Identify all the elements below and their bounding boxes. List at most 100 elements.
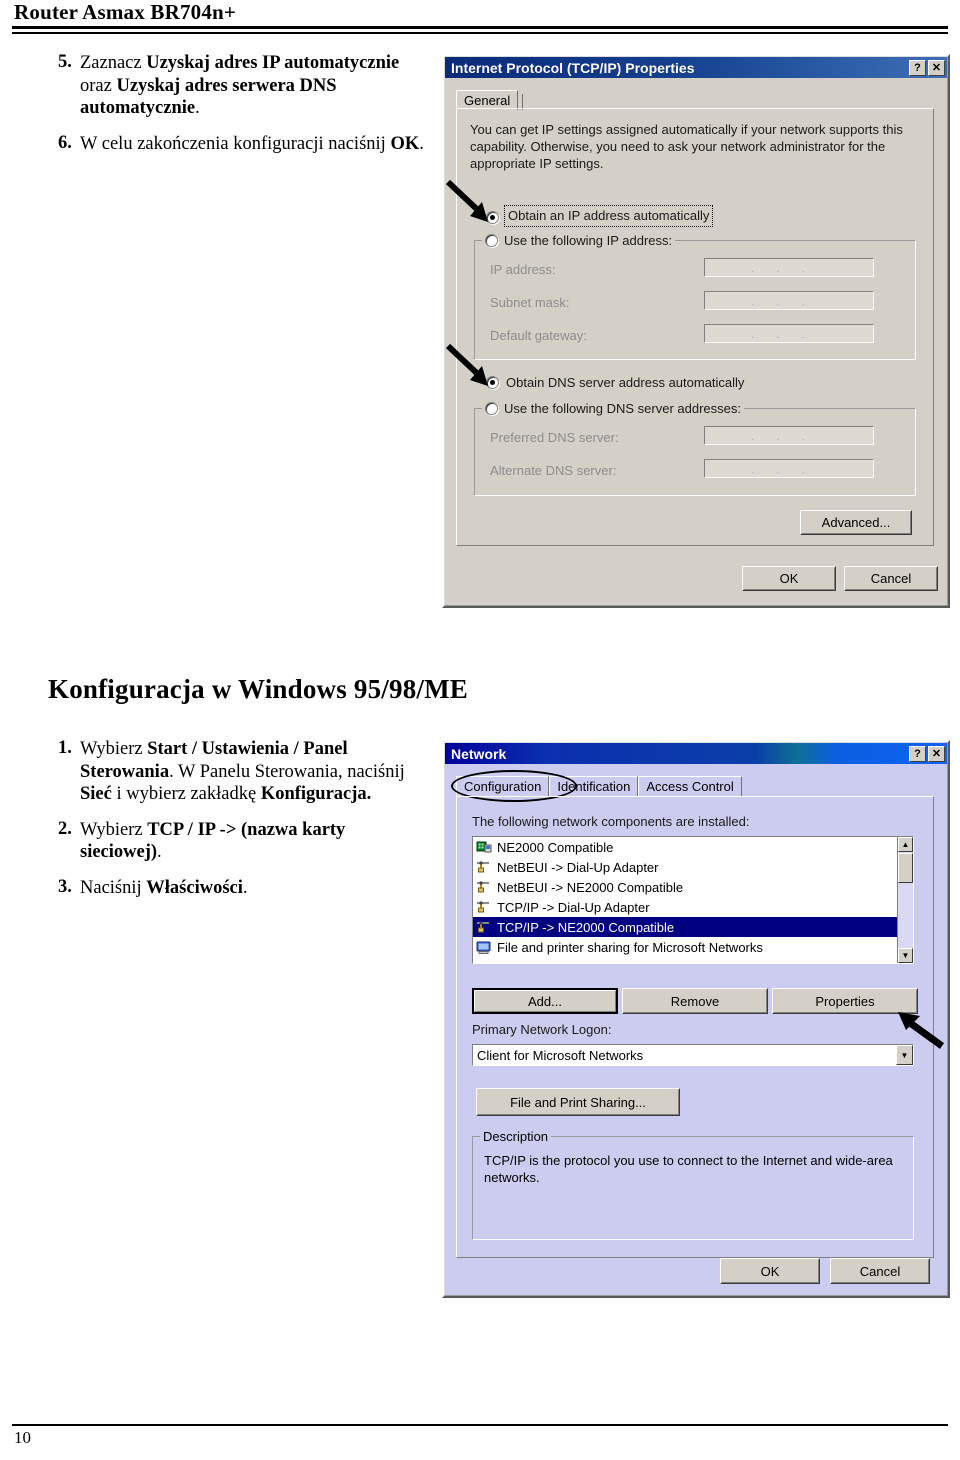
section-heading: Konfiguracja w Windows 95/98/ME — [48, 674, 468, 704]
tcpip-properties-dialog: Internet Protocol (TCP/IP) Properties ? … — [442, 54, 950, 608]
instruction-step-number: 5. — [58, 52, 72, 72]
group-manual-dns — [474, 408, 916, 496]
remove-button[interactable]: Remove — [622, 988, 768, 1014]
network-components-list-body: NE2000 Compatible NetBEUI -> Dial-Up Adap… — [473, 837, 897, 957]
list-item[interactable]: TCP/IP -> NE2000 Compatible — [473, 917, 897, 937]
network-cancel-button[interactable]: Cancel — [830, 1258, 930, 1284]
label-default-gateway: Default gateway: — [490, 328, 587, 343]
tab-identification[interactable]: Identification — [549, 776, 639, 796]
description-text: TCP/IP is the protocol you use to connec… — [484, 1153, 893, 1186]
list-item[interactable]: File and printer sharing for Microsoft N… — [473, 937, 897, 957]
instruction-step-text: Wybierz Start / Ustawienia / Panel Stero… — [80, 739, 405, 805]
network-title-text: Network — [451, 745, 507, 762]
tcpip-description: You can get IP settings assigned automat… — [470, 122, 903, 171]
network-titlebar: Network ? ✕ — [445, 743, 947, 764]
instruction-step: 1. Wybierz Start / Ustawienia / Panel Ste… — [40, 738, 430, 806]
instruction-step-number: 3. — [58, 876, 72, 897]
ip-dot-separators: ... — [750, 326, 827, 341]
tab-configuration[interactable]: Configuration — [456, 776, 550, 796]
protocol-icon — [476, 880, 493, 895]
file-print-sharing-button[interactable]: File and Print Sharing... — [476, 1088, 680, 1116]
scroll-thumb[interactable] — [898, 853, 913, 883]
description-group-caption: Description — [480, 1129, 552, 1144]
primary-logon-label: Primary Network Logon: — [472, 1022, 612, 1037]
input-default-gateway[interactable]: ... — [704, 324, 874, 343]
radio-manual-dns[interactable] — [485, 402, 498, 415]
input-ip-address[interactable]: ... — [704, 258, 874, 277]
label-preferred-dns: Preferred DNS server: — [490, 430, 619, 445]
instruction-step-text: Naciśnij Właściwości. — [80, 877, 248, 898]
page-header-title: Router Asmax BR704n+ — [14, 0, 237, 24]
ip-dot-separators: ... — [750, 461, 827, 476]
input-preferred-dns[interactable]: ... — [704, 426, 874, 445]
radio-manual-ip[interactable] — [485, 234, 498, 247]
list-item-label: File and printer sharing for Microsoft N… — [497, 939, 763, 955]
list-item-label: NE2000 Compatible — [497, 839, 614, 855]
instruction-step-number: 6. — [58, 132, 72, 153]
radio-obtain-ip-auto-focus: Obtain an IP address automatically — [504, 205, 714, 227]
instruction-step: 2. Wybierz TCP / IP -> (nazwa karty sieci… — [40, 819, 430, 864]
footer-rule — [12, 1424, 948, 1426]
help-icon[interactable]: ? — [909, 59, 926, 76]
tcpip-title-text: Internet Protocol (TCP/IP) Properties — [451, 59, 695, 76]
ip-dot-separators: ... — [750, 260, 827, 275]
file-print-sharing-label: File and Print Sharing... — [477, 1089, 679, 1115]
list-item-label: TCP/IP -> NE2000 Compatible — [497, 919, 675, 935]
properties-button[interactable]: Properties — [772, 988, 918, 1014]
tcpip-ok-button[interactable]: OK — [742, 566, 836, 591]
tcpip-cancel-button[interactable]: Cancel — [844, 566, 938, 591]
instruction-step-text: W celu zakończenia konfiguracji naciśnij… — [80, 133, 424, 154]
header-rule-top — [12, 26, 948, 29]
input-alternate-dns[interactable]: ... — [704, 459, 874, 478]
properties-button-label: Properties — [773, 989, 917, 1013]
protocol-icon — [476, 900, 493, 915]
close-icon[interactable]: ✕ — [928, 745, 945, 762]
network-titlebar-buttons[interactable]: ? ✕ — [909, 745, 947, 762]
instruction-step-number: 1. — [58, 738, 72, 758]
header-rule-bottom — [12, 32, 948, 34]
advanced-button[interactable]: Advanced... — [800, 510, 912, 535]
tab-access-control[interactable]: Access Control — [638, 776, 742, 796]
label-alternate-dns: Alternate DNS server: — [490, 463, 617, 478]
instruction-step: 5. Zaznacz Uzyskaj adres IP automatycznie… — [40, 52, 430, 120]
instruction-step: 3. Naciśnij Właściwości. — [40, 877, 430, 900]
tab-general[interactable]: General — [456, 90, 519, 110]
protocol-icon — [476, 860, 493, 875]
radio-obtain-dns-auto-label: Obtain DNS server address automatically — [506, 375, 745, 390]
components-label: The following network components are ins… — [472, 814, 750, 829]
scroll-down-icon[interactable]: ▼ — [898, 948, 913, 963]
radio-obtain-ip-auto[interactable] — [486, 211, 499, 224]
list-item[interactable]: NetBEUI -> NE2000 Compatible — [473, 877, 897, 897]
tcpip-titlebar-buttons[interactable]: ? ✕ — [909, 59, 947, 76]
label-subnet-mask: Subnet mask: — [490, 295, 570, 310]
group-manual-dns-caption[interactable]: Use the following DNS server addresses: — [482, 401, 744, 416]
ip-dot-separators: ... — [750, 428, 827, 443]
group-manual-ip-caption[interactable]: Use the following IP address: — [482, 233, 676, 248]
network-dialog: Network ? ✕ Configuration Identification… — [442, 740, 950, 1298]
scroll-up-icon[interactable]: ▲ — [898, 837, 913, 852]
help-icon[interactable]: ? — [909, 745, 926, 762]
page-number: 10 — [14, 1428, 31, 1447]
list-vertical-scrollbar[interactable]: ▲ ▼ — [897, 837, 913, 963]
radio-obtain-ip-auto-label: Obtain an IP address automatically — [508, 208, 710, 223]
network-components-list[interactable]: NE2000 Compatible NetBEUI -> Dial-Up Adap… — [472, 836, 914, 964]
service-icon — [476, 940, 493, 955]
list-item-label: TCP/IP -> Dial-Up Adapter — [497, 899, 650, 915]
remove-button-label: Remove — [623, 989, 767, 1013]
adapter-icon — [476, 840, 493, 855]
close-icon[interactable]: ✕ — [928, 59, 945, 76]
radio-obtain-dns-auto[interactable] — [486, 376, 499, 389]
ip-dot-separators: ... — [750, 293, 827, 308]
input-subnet-mask[interactable]: ... — [704, 291, 874, 310]
list-item[interactable]: NE2000 Compatible — [473, 837, 897, 857]
network-ok-button[interactable]: OK — [720, 1258, 820, 1284]
list-item[interactable]: TCP/IP -> Dial-Up Adapter — [473, 897, 897, 917]
list-item[interactable]: NetBEUI -> Dial-Up Adapter — [473, 857, 897, 877]
add-button[interactable]: Add... — [472, 988, 618, 1014]
chevron-down-icon[interactable]: ▼ — [896, 1045, 913, 1065]
network-tabstrip[interactable]: Configuration Identification Access Cont… — [456, 774, 742, 796]
primary-logon-combobox[interactable]: Client for Microsoft Networks ▼ — [472, 1044, 914, 1066]
tcpip-tabstrip[interactable]: General — [456, 88, 524, 110]
list-item-label: NetBEUI -> Dial-Up Adapter — [497, 859, 659, 875]
tcpip-ok-label: OK — [743, 567, 835, 590]
